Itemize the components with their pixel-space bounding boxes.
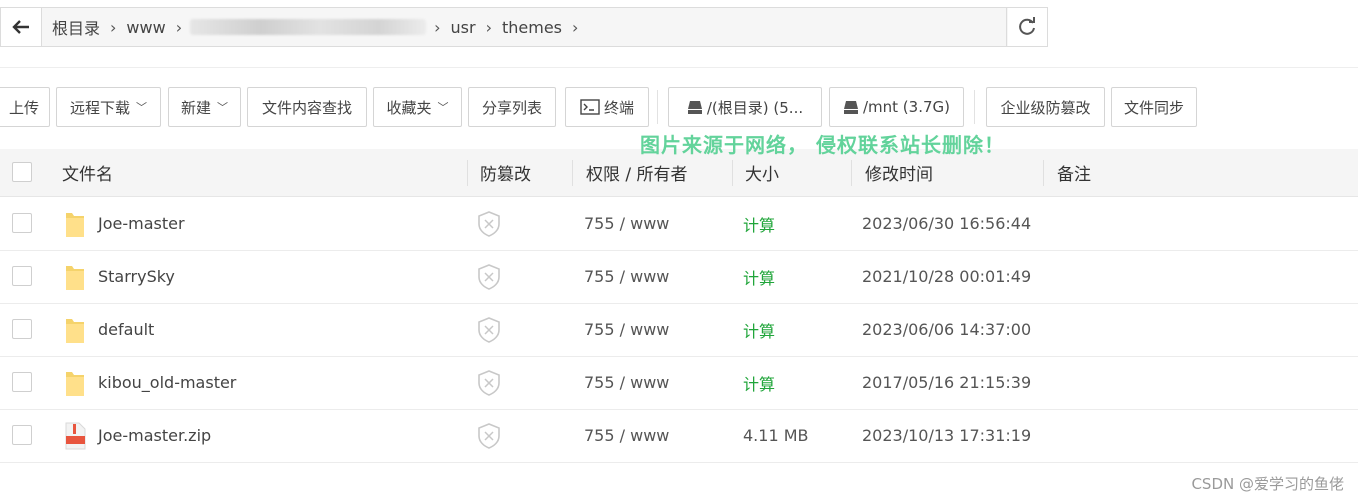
chevron-down-icon: ﹀ <box>217 101 228 114</box>
divider <box>0 67 1358 68</box>
credit-text: CSDN @爱学习的鱼佬 <box>1191 475 1344 493</box>
disk-mnt-button[interactable]: /mnt (3.7G) <box>829 87 964 127</box>
file-name-link[interactable]: StarrySky <box>98 250 175 303</box>
folder-icon <box>64 197 86 250</box>
column-divider <box>732 160 733 186</box>
search-content-label: 文件内容查找 <box>261 98 352 117</box>
permission-link[interactable]: 755 / www <box>584 356 669 409</box>
terminal-button[interactable]: 终端 <box>565 87 649 127</box>
crumb-root[interactable]: 根目录 <box>42 15 110 39</box>
permission-link[interactable]: 755 / www <box>584 303 669 356</box>
crumb-www[interactable]: www <box>116 18 175 37</box>
shield-icon[interactable] <box>477 409 501 462</box>
divider <box>657 90 658 124</box>
hard-drive-icon <box>687 101 702 114</box>
file-name-link[interactable]: kibou_old-master <box>98 356 236 409</box>
watermark-text: 图片来源于网络， 侵权联系站长删除！ <box>640 133 1005 157</box>
refresh-button[interactable] <box>1006 8 1047 46</box>
modified-time: 2021/10/28 00:01:49 <box>862 267 1032 286</box>
file-sync-label: 文件同步 <box>1123 98 1184 117</box>
table-row[interactable]: Joe-master 755 / www 计算 2023/06/30 16:56:44 <box>0 197 1358 251</box>
arrow-left-icon <box>12 20 29 34</box>
column-divider <box>572 160 573 186</box>
chevron-down-icon: ﹀ <box>437 101 449 114</box>
column-divider <box>1043 160 1044 186</box>
calculate-size-link[interactable]: 计算 <box>743 197 775 250</box>
disk-mnt-label: /mnt (3.7G) <box>862 98 950 116</box>
shield-icon[interactable] <box>477 303 501 356</box>
folder-icon <box>64 303 86 356</box>
file-name-link[interactable]: Joe-master <box>98 197 185 250</box>
calculate-size-link[interactable]: 计算 <box>743 303 775 356</box>
chevron-right-icon: › <box>572 17 579 37</box>
modified-time: 2023/10/13 17:31:19 <box>862 426 1032 445</box>
refresh-icon <box>1019 17 1035 35</box>
file-size: 4.11 MB <box>743 426 809 445</box>
search-content-button[interactable]: 文件内容查找 <box>247 87 367 127</box>
terminal-label: 终端 <box>603 98 634 117</box>
row-checkbox[interactable] <box>12 319 32 339</box>
tamper-proof-label: 企业级防篡改 <box>1000 98 1091 117</box>
permission-link[interactable]: 755 / www <box>584 197 669 250</box>
redacted-crumb <box>190 19 427 35</box>
upload-button[interactable]: 上传 <box>0 87 50 127</box>
table-row[interactable]: default 755 / www 计算 2023/06/06 14:37:00 <box>0 303 1358 357</box>
path-bar: 根目录 › www › › usr › themes › <box>0 7 1048 47</box>
row-checkbox[interactable] <box>12 372 32 392</box>
new-label: 新建 <box>180 98 211 117</box>
table-row[interactable]: Joe-master.zip 755 / www 4.11 MB 2023/10/13… <box>0 409 1358 463</box>
select-all-checkbox[interactable] <box>12 162 32 182</box>
breadcrumb: 根目录 › www › › usr › themes › <box>42 8 1008 46</box>
upload-label: 上传 <box>8 98 39 117</box>
col-header-name[interactable]: 文件名 <box>62 149 113 196</box>
col-header-note: 备注 <box>1057 165 1091 185</box>
back-button[interactable] <box>1 8 42 46</box>
divider <box>974 90 975 124</box>
permission-link[interactable]: 755 / www <box>584 409 669 462</box>
favorites-label: 收藏夹 <box>386 98 432 117</box>
disk-root-label: /(根目录) (5... <box>706 98 804 117</box>
shield-icon[interactable] <box>477 250 501 303</box>
col-header-tamper: 防篡改 <box>480 165 531 185</box>
remote-download-button[interactable]: 远程下载 ﹀ <box>56 87 161 127</box>
file-sync-button[interactable]: 文件同步 <box>1111 87 1197 127</box>
terminal-icon <box>580 99 600 115</box>
remote-download-label: 远程下载 <box>69 98 130 117</box>
file-name-link[interactable]: default <box>98 303 154 356</box>
modified-time: 2017/05/16 21:15:39 <box>862 373 1032 392</box>
calculate-size-link[interactable]: 计算 <box>743 250 775 303</box>
row-checkbox[interactable] <box>12 213 32 233</box>
chevron-right-icon: › <box>175 17 183 37</box>
row-checkbox[interactable] <box>12 266 32 286</box>
tamper-proof-button[interactable]: 企业级防篡改 <box>986 87 1105 127</box>
zip-file-icon <box>64 409 86 462</box>
calculate-size-link[interactable]: 计算 <box>743 356 775 409</box>
shield-icon[interactable] <box>477 356 501 409</box>
permission-link[interactable]: 755 / www <box>584 250 669 303</box>
crumb-themes[interactable]: themes <box>492 18 572 37</box>
share-list-button[interactable]: 分享列表 <box>468 87 556 127</box>
shield-icon[interactable] <box>477 197 501 250</box>
column-divider <box>851 160 852 186</box>
new-button[interactable]: 新建 ﹀ <box>168 87 241 127</box>
chevron-down-icon: ﹀ <box>136 101 147 114</box>
favorites-button[interactable]: 收藏夹 ﹀ <box>373 87 462 127</box>
folder-icon <box>64 356 86 409</box>
folder-icon <box>64 250 86 303</box>
crumb-usr[interactable]: usr <box>441 18 486 37</box>
hard-drive-icon <box>843 101 858 114</box>
modified-time: 2023/06/30 16:56:44 <box>862 214 1032 233</box>
share-list-label: 分享列表 <box>481 98 542 117</box>
table-row[interactable]: StarrySky 755 / www 计算 2021/10/28 00:01:49 <box>0 250 1358 304</box>
file-name-link[interactable]: Joe-master.zip <box>98 409 211 462</box>
row-checkbox[interactable] <box>12 425 32 445</box>
column-divider <box>467 160 468 186</box>
disk-root-button[interactable]: /(根目录) (5... <box>668 87 822 127</box>
modified-time: 2023/06/06 14:37:00 <box>862 320 1032 339</box>
table-row[interactable]: kibou_old-master 755 / www 计算 2017/05/16 21… <box>0 356 1358 410</box>
